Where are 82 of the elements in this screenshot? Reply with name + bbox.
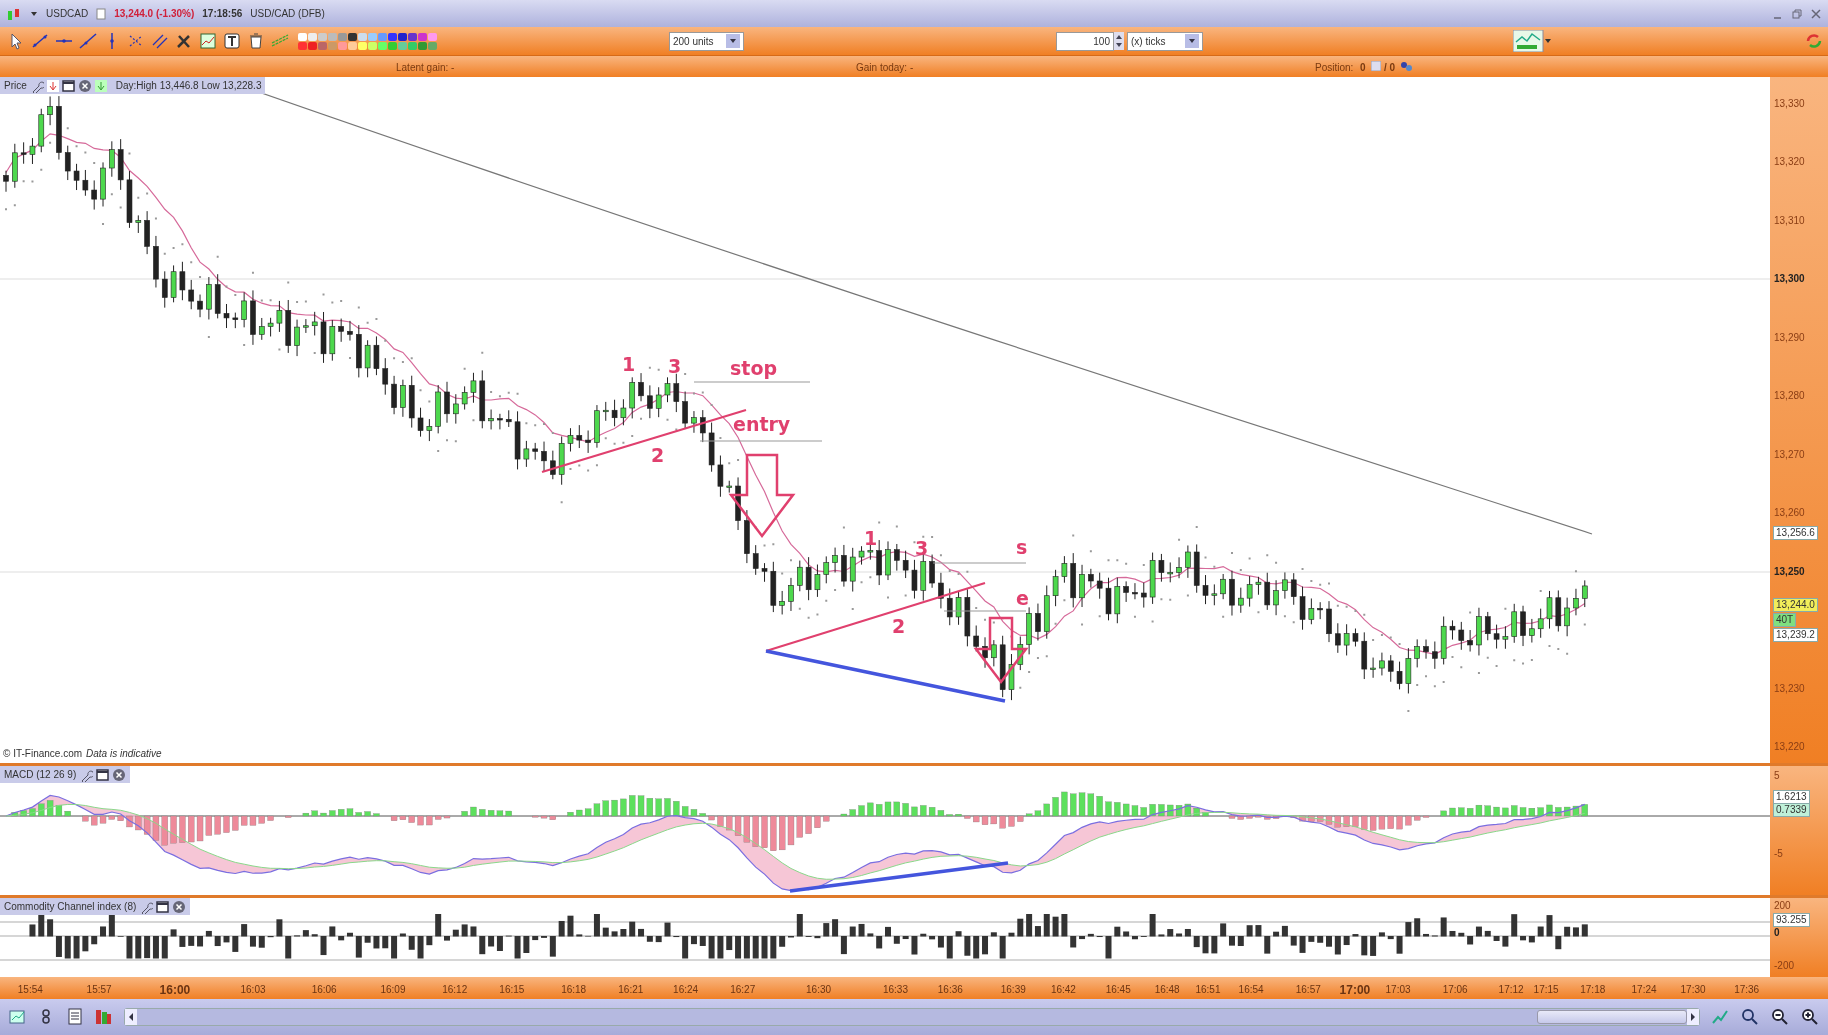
cci-axis-label: 200 xyxy=(1774,900,1791,912)
price-axis-label: 13,230 xyxy=(1774,682,1805,695)
time-axis-label: 16:03 xyxy=(240,983,266,997)
cci-axis-label: 0 xyxy=(1774,927,1780,939)
price-axis-label: 13,260 xyxy=(1774,507,1805,520)
price-axis-label: 13,280 xyxy=(1774,390,1805,403)
price-change: 13,244.0 (-1.30%) xyxy=(114,7,195,21)
time-axis-label: 16:09 xyxy=(380,983,406,997)
time-axis-label: 17:12 xyxy=(1498,983,1524,997)
time-axis-label: 16:12 xyxy=(442,983,468,997)
time-axis-label: 17:24 xyxy=(1631,983,1657,997)
time-axis-label: 16:24 xyxy=(673,983,699,997)
time-axis-label: 16:06 xyxy=(311,983,337,997)
price-axis-label: 13,220 xyxy=(1774,740,1805,753)
time-axis-label: 16:27 xyxy=(730,983,756,997)
clock-time: 17:18:56 xyxy=(202,7,243,21)
price-tag: 13,244.0 xyxy=(1773,598,1818,612)
annotation-label: stop xyxy=(730,357,778,379)
position-total: / 0 xyxy=(1384,61,1396,75)
time-axis-label: 16:54 xyxy=(1238,983,1264,997)
time-axis-label: 16:48 xyxy=(1154,983,1180,997)
time-axis-label: 16:57 xyxy=(1295,983,1321,997)
macd-axis-label: 5 xyxy=(1774,770,1780,782)
time-axis-label: 17:30 xyxy=(1680,983,1706,997)
time-axis-label: 16:18 xyxy=(561,983,587,997)
time-axis-label: 16:33 xyxy=(882,983,908,997)
time-axis-label: 17:15 xyxy=(1533,983,1559,997)
price-axis-label: 13,290 xyxy=(1774,331,1805,344)
price-axis-label: 13,270 xyxy=(1774,448,1805,461)
annotation-label: 2 xyxy=(892,615,906,637)
price-tag: 0.7339 xyxy=(1773,803,1810,817)
annotation-label: 2 xyxy=(651,444,665,466)
price-axis-label: 13,330 xyxy=(1774,98,1805,110)
instrument-name: USD/CAD (DFB) xyxy=(250,7,325,21)
time-axis-label: 17:06 xyxy=(1442,983,1468,997)
price-tag: 93.255 xyxy=(1773,913,1810,927)
annotation-label: e xyxy=(1016,587,1029,609)
time-axis-label: 17:03 xyxy=(1385,983,1411,997)
disclaimer-text: Data is indicative xyxy=(86,747,162,761)
price-axis-label: 13,310 xyxy=(1774,214,1805,227)
time-axis-label: 17:36 xyxy=(1734,983,1760,997)
annotation-label: s xyxy=(1016,536,1028,558)
units-dropdown[interactable]: 200 units xyxy=(669,31,744,51)
price-tag: 1.6213 xyxy=(1773,790,1810,804)
price-tag: 40T xyxy=(1773,613,1797,627)
time-axis-label: 17:18 xyxy=(1580,983,1606,997)
time-axis-label: 16:30 xyxy=(806,983,832,997)
gain-today-label: Gain today: - xyxy=(856,61,914,75)
annotation-label: entry xyxy=(733,413,791,435)
time-axis-label: 17:00 xyxy=(1339,982,1371,999)
annotation-label: 3 xyxy=(668,355,682,377)
cci-axis-label: -200 xyxy=(1774,960,1794,972)
ticks-dropdown[interactable]: (x) ticks xyxy=(1127,31,1203,51)
latent-gain-label: Latent gain: - xyxy=(396,61,455,75)
time-axis-label: 15:54 xyxy=(17,983,43,997)
time-axis-label: 16:51 xyxy=(1195,983,1221,997)
position-value: 0 xyxy=(1360,61,1366,75)
price-axis-label: 13,250 xyxy=(1774,565,1805,578)
panel-title: MACD (12 26 9) xyxy=(4,768,77,782)
macd-axis-label: -5 xyxy=(1774,848,1783,860)
time-axis-label: 15:57 xyxy=(86,983,112,997)
position-label: Position: xyxy=(1315,61,1354,75)
annotation-label: 3 xyxy=(915,537,929,559)
price-axis-label: 13,320 xyxy=(1774,156,1805,169)
time-axis-label: 16:39 xyxy=(1000,983,1026,997)
day-range: Day:High 13,446.8 Low 13,228.3 xyxy=(115,79,262,93)
time-axis-label: 16:00 xyxy=(159,982,191,999)
panel-title: Commodity Channel index (8) xyxy=(4,900,137,914)
annotation-label: 1 xyxy=(622,353,636,375)
time-axis-label: 16:42 xyxy=(1050,983,1076,997)
symbol-title: USDCAD xyxy=(46,7,89,21)
annotation-label: 1 xyxy=(864,527,878,549)
price-tag: 13,239.2 xyxy=(1773,628,1818,642)
panel-title: Price xyxy=(4,79,27,93)
time-axis-label: 16:45 xyxy=(1105,983,1131,997)
time-axis-label: 16:21 xyxy=(618,983,644,997)
ticks-input[interactable]: 100 xyxy=(1056,31,1114,51)
price-tag: 13,256.6 xyxy=(1773,526,1818,540)
price-axis-label: 13,300 xyxy=(1774,273,1805,286)
time-axis-label: 16:15 xyxy=(499,983,525,997)
copyright-text: © IT-Finance.com xyxy=(3,747,83,761)
time-axis-label: 16:36 xyxy=(937,983,963,997)
